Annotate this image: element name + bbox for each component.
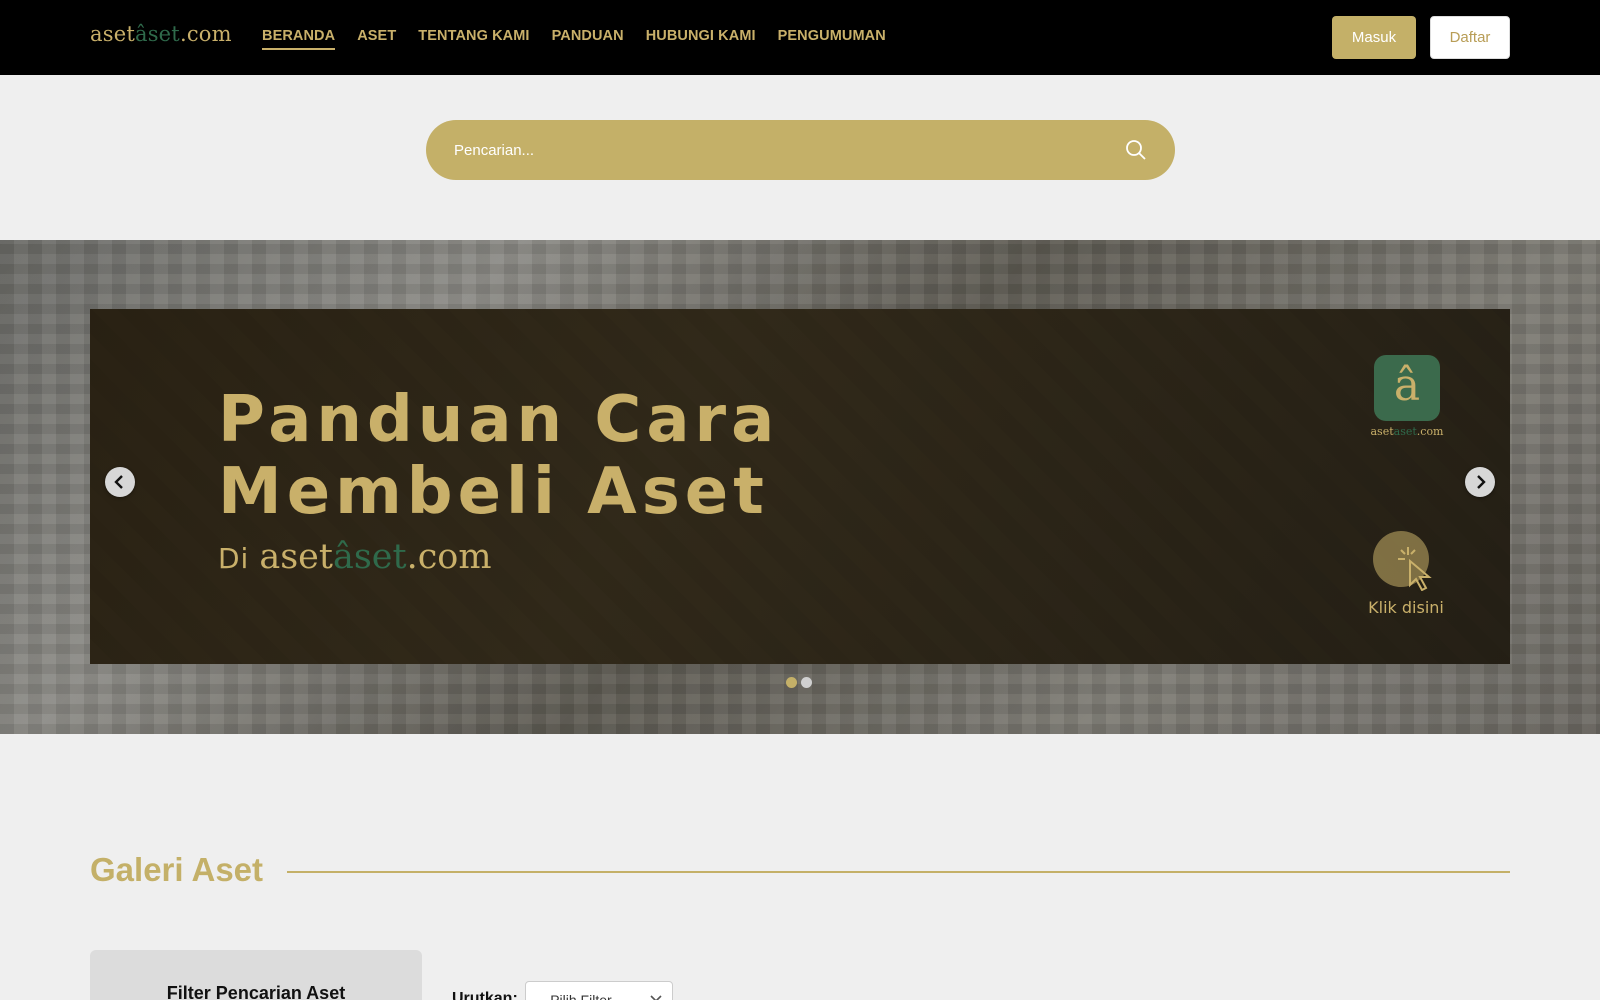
nav-hubungi-kami[interactable]: HUBUNGI KAMI [646, 28, 756, 50]
carousel-dot-1[interactable] [786, 677, 797, 688]
carousel-next-button[interactable] [1465, 467, 1495, 497]
slide-brand-mid: âset [332, 537, 407, 577]
site-logo[interactable]: asetâset.com [90, 22, 232, 46]
cta-click-here[interactable]: Klik disini [1346, 598, 1466, 617]
sort-label: Urutkan: [452, 990, 518, 1000]
login-button[interactable]: Masuk [1332, 16, 1416, 59]
carousel-slide[interactable]: Panduan Cara Membeli Aset Di asetâset.com… [90, 309, 1510, 664]
nav-pengumuman[interactable]: PENGUMUMAN [778, 28, 886, 50]
main-nav: BERANDA ASET TENTANG KAMI PANDUAN HUBUNG… [262, 28, 886, 50]
logo-mid: âset [134, 22, 180, 46]
slide-title: Panduan Cara Membeli Aset [218, 384, 779, 528]
brand-badge-label: asetaset.com [1352, 425, 1462, 438]
sort-selected-value: -- Pilih Filter -- [537, 992, 625, 1000]
logo-suffix: .com [179, 22, 232, 46]
search-input[interactable] [454, 120, 1094, 180]
search-icon[interactable] [1125, 139, 1147, 161]
carousel-dot-2[interactable] [801, 677, 812, 688]
slide-title-line2: Membeli Aset [218, 455, 769, 529]
badge-prefix: aset [1370, 425, 1394, 438]
logo-prefix: aset [90, 22, 135, 46]
chevron-right-icon [1477, 475, 1486, 489]
nav-tentang-kami[interactable]: TENTANG KAMI [418, 28, 529, 50]
slide-brand-prefix: aset [259, 537, 333, 577]
hero-banner: Panduan Cara Membeli Aset Di asetâset.com… [0, 240, 1600, 734]
nav-panduan[interactable]: PANDUAN [552, 28, 624, 50]
filter-panel-title: Filter Pencarian Aset [166, 983, 346, 1000]
nav-aset[interactable]: ASET [357, 28, 396, 50]
slide-title-line1: Panduan Cara [218, 383, 780, 457]
brand-badge-logo: â [1374, 355, 1440, 421]
badge-suffix: .com [1416, 425, 1444, 438]
slide-subtitle: Di asetâset.com [218, 537, 492, 577]
carousel-prev-button[interactable] [105, 467, 135, 497]
register-button[interactable]: Daftar [1430, 16, 1510, 59]
slide-brand-suffix: .com [406, 537, 492, 577]
nav-beranda[interactable]: BERANDA [262, 28, 336, 50]
badge-mid: aset [1393, 425, 1417, 438]
sort-select[interactable]: -- Pilih Filter -- [525, 981, 673, 1000]
cursor-pointer-icon [1398, 547, 1432, 591]
chevron-left-icon [114, 475, 123, 489]
gallery-title: Galeri Aset [90, 851, 264, 888]
chevron-down-icon [650, 995, 662, 1000]
gallery-title-divider [287, 871, 1510, 873]
filter-panel: Filter Pencarian Aset [90, 950, 422, 1000]
carousel-indicators [786, 677, 812, 688]
top-navbar: asetâset.com BERANDA ASET TENTANG KAMI P… [0, 0, 1600, 75]
slide-brand: asetâset.com [259, 537, 491, 577]
slide-sub-prefix: Di [218, 542, 250, 575]
search-bar [426, 120, 1175, 180]
